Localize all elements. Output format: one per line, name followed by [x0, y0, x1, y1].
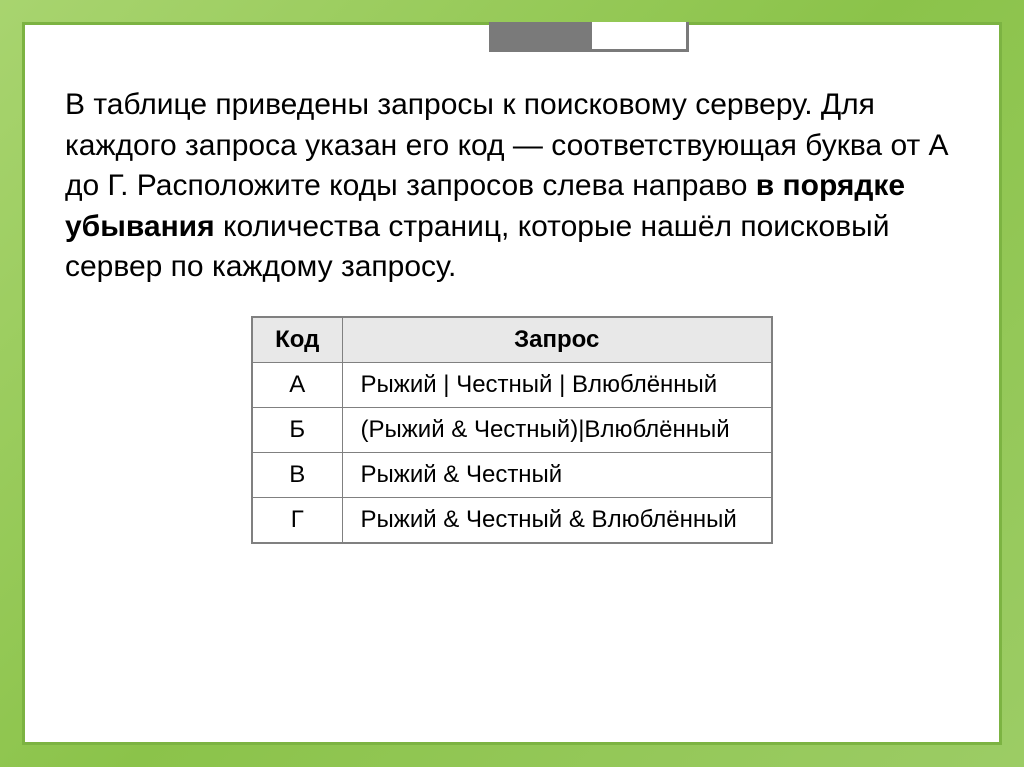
cell-query: (Рыжий & Честный)|Влюблённый — [342, 407, 772, 452]
cell-code: В — [252, 452, 342, 497]
header-query: Запрос — [342, 317, 772, 363]
table-header-row: Код Запрос — [252, 317, 772, 363]
query-table: Код Запрос А Рыжий | Честный | Влюблённы… — [251, 316, 773, 544]
slide-container: В таблице приведены запросы к поисковому… — [22, 22, 1002, 745]
cell-code: Г — [252, 497, 342, 543]
table-wrap: Код Запрос А Рыжий | Честный | Влюблённы… — [65, 316, 959, 544]
tab-decoration — [489, 22, 689, 52]
cell-code: Б — [252, 407, 342, 452]
table-row: В Рыжий & Честный — [252, 452, 772, 497]
tab-outline — [589, 22, 689, 52]
table-row: Г Рыжий & Честный & Влюблённый — [252, 497, 772, 543]
tab-solid — [489, 22, 589, 52]
cell-query: Рыжий & Честный — [342, 452, 772, 497]
problem-text: В таблице приведены запросы к поисковому… — [65, 85, 959, 288]
header-code: Код — [252, 317, 342, 363]
cell-query: Рыжий | Честный | Влюблённый — [342, 362, 772, 407]
table-row: А Рыжий | Честный | Влюблённый — [252, 362, 772, 407]
cell-query: Рыжий & Честный & Влюблённый — [342, 497, 772, 543]
table-row: Б (Рыжий & Честный)|Влюблённый — [252, 407, 772, 452]
cell-code: А — [252, 362, 342, 407]
